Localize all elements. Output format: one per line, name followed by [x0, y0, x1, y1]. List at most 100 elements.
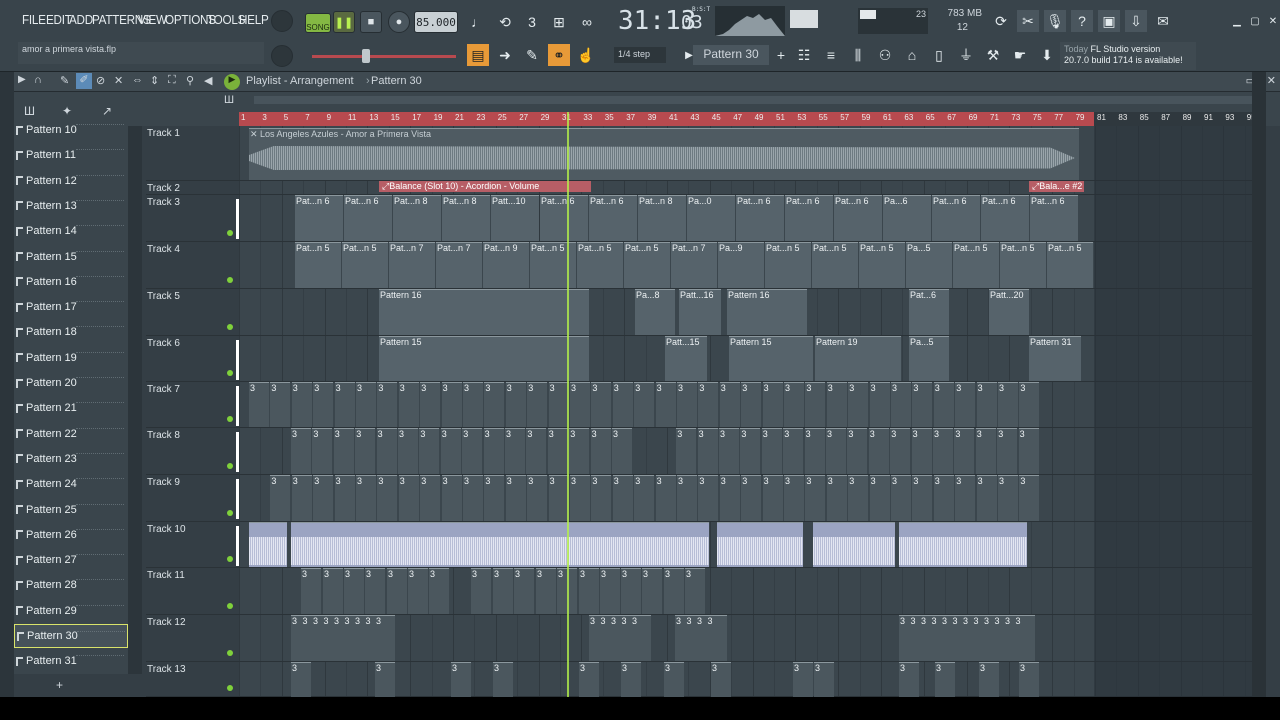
- pattern-clip[interactable]: 3: [527, 475, 548, 521]
- pattern-clip[interactable]: 3: [711, 662, 731, 697]
- menu-add[interactable]: ADD: [69, 12, 93, 27]
- pattern-clip[interactable]: Pat...n 6: [344, 195, 392, 241]
- pattern-clip[interactable]: 3: [291, 382, 312, 427]
- track-header[interactable]: Track 8: [146, 428, 239, 475]
- pattern-clip[interactable]: 3: [784, 475, 804, 521]
- arrangement-icon[interactable]: ▶: [224, 74, 240, 90]
- pattern-clip[interactable]: 3: [814, 662, 834, 697]
- pattern-clip[interactable]: Pat...n 5: [1047, 242, 1093, 288]
- pattern-clip[interactable]: 3: [375, 615, 395, 661]
- track-header[interactable]: Track 12: [146, 615, 239, 662]
- touch-icon[interactable]: ☛: [1009, 44, 1031, 66]
- pattern-list-item[interactable]: Pattern 22: [14, 422, 128, 446]
- master-slider-handle[interactable]: [362, 49, 370, 63]
- hand-icon[interactable]: ☝: [575, 44, 597, 66]
- pattern-clip[interactable]: 3: [955, 382, 976, 427]
- pattern-clip[interactable]: Pattern 19: [815, 336, 901, 381]
- pattern-clip[interactable]: 3: [998, 475, 1018, 521]
- track-enable-led[interactable]: [227, 510, 233, 516]
- track-enable-led[interactable]: [227, 324, 233, 330]
- pattern-clip[interactable]: 3: [762, 382, 783, 427]
- slice-icon[interactable]: ⇕: [150, 74, 159, 87]
- pattern-clip[interactable]: 3: [441, 475, 462, 521]
- audio-clip[interactable]: [717, 522, 803, 567]
- magnet-icon[interactable]: ∩: [34, 74, 42, 86]
- pattern-clip[interactable]: 3: [356, 382, 376, 427]
- pattern-clip[interactable]: Pa...5: [909, 336, 949, 381]
- pattern-clip[interactable]: 3: [847, 428, 868, 474]
- pattern-clip[interactable]: 3: [365, 568, 385, 614]
- add-pattern-icon[interactable]: +: [770, 44, 792, 66]
- pattern-clip[interactable]: 3: [291, 662, 311, 697]
- picker-scrollbar[interactable]: [128, 126, 142, 674]
- pattern-clip[interactable]: 3: [441, 382, 462, 427]
- pattern-list-item[interactable]: Pattern 18: [14, 320, 128, 344]
- song-mode-toggle[interactable]: SONG: [305, 13, 331, 33]
- pattern-clip[interactable]: 3: [697, 428, 718, 474]
- pattern-clip[interactable]: 3: [344, 568, 364, 614]
- pattern-clip[interactable]: 3: [869, 382, 890, 427]
- pattern-clip[interactable]: 3: [826, 382, 847, 427]
- pattern-clip[interactable]: 3: [420, 382, 441, 427]
- pattern-clip[interactable]: 3: [377, 382, 398, 427]
- pattern-clip[interactable]: 3: [912, 382, 933, 427]
- render-icon[interactable]: ⇩: [1125, 10, 1147, 32]
- pattern-clip[interactable]: Pat...n 6: [981, 195, 1029, 241]
- pattern-clip[interactable]: 3: [569, 428, 590, 474]
- pattern-clip[interactable]: 3: [356, 475, 376, 521]
- pattern-clip[interactable]: 3: [706, 615, 727, 661]
- pattern-clip[interactable]: 3: [933, 428, 953, 474]
- pattern-list-item[interactable]: Pattern 17: [14, 295, 128, 319]
- pattern-clip[interactable]: Pat...n 7: [436, 242, 482, 288]
- pattern-clip[interactable]: Pat...n 5: [624, 242, 670, 288]
- pattern-clip[interactable]: 3: [677, 382, 697, 427]
- pattern-clip[interactable]: 3: [548, 382, 569, 427]
- microphone-icon[interactable]: 🎙: [1044, 10, 1066, 32]
- pattern-clip[interactable]: Pat...n 6: [540, 195, 588, 241]
- pattern-clip[interactable]: 3: [548, 475, 569, 521]
- pattern-clip[interactable]: Pa...8: [635, 289, 675, 335]
- pattern-list-item[interactable]: Pattern 26: [14, 523, 128, 547]
- pattern-clip[interactable]: 3: [505, 475, 526, 521]
- pattern-clip[interactable]: 3: [975, 428, 996, 474]
- pattern-list-item[interactable]: Pattern 31: [14, 649, 128, 673]
- pattern-clip[interactable]: 3: [493, 568, 513, 614]
- pattern-clip[interactable]: 3: [313, 475, 334, 521]
- help-icon[interactable]: ?: [1071, 10, 1093, 32]
- pattern-clip[interactable]: 3: [505, 428, 525, 474]
- pattern-clip[interactable]: Pat...n 6: [1030, 195, 1078, 241]
- track-header[interactable]: Track 2: [146, 181, 239, 195]
- pattern-clip[interactable]: 3: [804, 428, 825, 474]
- pattern-list-item[interactable]: Pattern 24: [14, 472, 128, 496]
- pattern-clip[interactable]: 3: [912, 475, 933, 521]
- pattern-clip[interactable]: 3: [591, 475, 612, 521]
- pattern-clip[interactable]: Pat...n 5: [295, 242, 341, 288]
- pattern-clip[interactable]: Pat...n 6: [785, 195, 833, 241]
- pattern-clip[interactable]: 3: [935, 662, 955, 697]
- track-enable-led[interactable]: [227, 603, 233, 609]
- automation-list-icon[interactable]: ↗: [102, 104, 112, 118]
- pattern-clip[interactable]: 3: [741, 475, 762, 521]
- pattern-clip[interactable]: 3: [333, 428, 354, 474]
- pattern-clip[interactable]: 3: [612, 382, 633, 427]
- track-header[interactable]: Track 11: [146, 568, 239, 615]
- pattern-clip[interactable]: 3: [387, 568, 407, 614]
- pattern-clip[interactable]: 3: [291, 428, 311, 474]
- pattern-clip[interactable]: 3: [685, 568, 705, 614]
- pattern-clip[interactable]: Pat...n 5: [859, 242, 905, 288]
- pattern-clip[interactable]: Pat...n 7: [389, 242, 435, 288]
- pattern-clip[interactable]: 3: [698, 382, 719, 427]
- plugin-icon[interactable]: ▯: [928, 44, 950, 66]
- pattern-clip[interactable]: 3: [590, 428, 611, 474]
- pattern-clip[interactable]: Pat...6: [909, 289, 949, 335]
- pattern-clip[interactable]: Pat...n 8: [442, 195, 490, 241]
- track-enable-led[interactable]: [227, 277, 233, 283]
- pattern-clip[interactable]: Pat...n 8: [393, 195, 441, 241]
- pattern-clip[interactable]: 3: [826, 428, 846, 474]
- pattern-list-item[interactable]: Pattern 13: [14, 194, 128, 218]
- pattern-clip[interactable]: 3: [998, 382, 1018, 427]
- sync-icon[interactable]: ⟳: [990, 10, 1012, 32]
- pattern-selector[interactable]: Pattern 30: [693, 45, 769, 65]
- audio-clip[interactable]: [813, 522, 895, 567]
- slip-icon[interactable]: ⇔: [132, 74, 143, 86]
